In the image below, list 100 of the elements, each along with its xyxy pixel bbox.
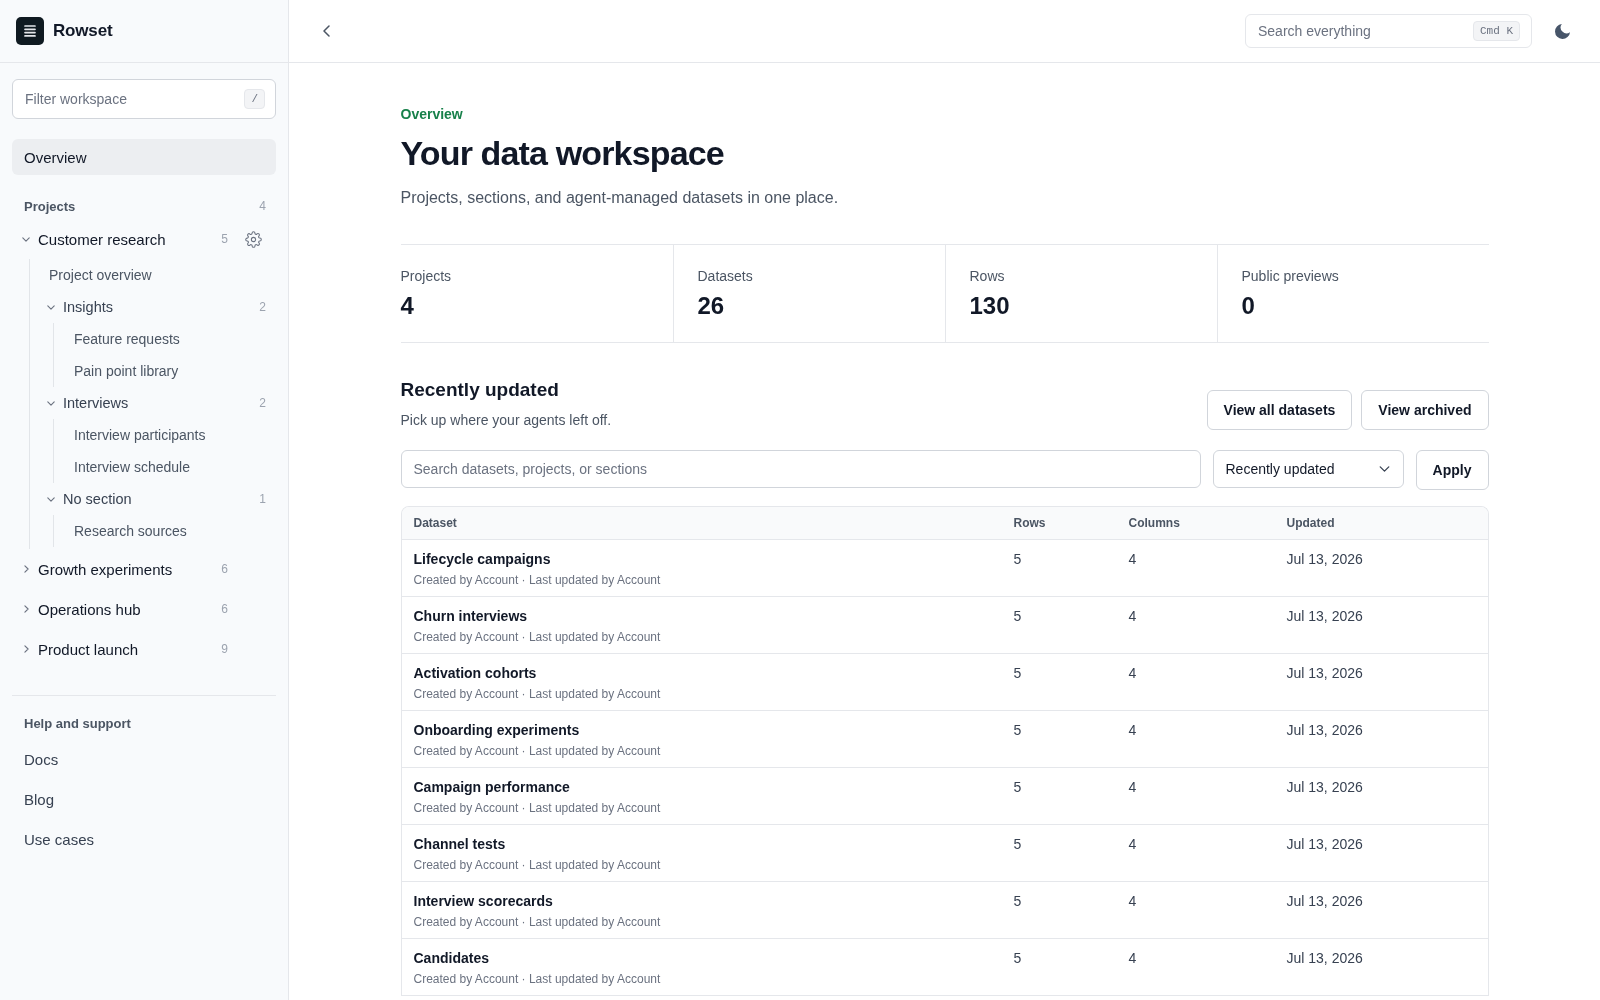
item-count: 2 <box>259 300 266 314</box>
dataset-meta: Created by Account · Last updated by Account <box>413 686 661 702</box>
dataset-link[interactable]: Activation cohorts <box>413 664 537 682</box>
table-cell: 5 <box>1013 721 1022 739</box>
table-cell: Jul 13, 2026 <box>1286 664 1363 682</box>
table-cell: 5 <box>1013 835 1022 853</box>
dataset-meta: Created by Account · Last updated by Account <box>413 800 661 816</box>
help-link[interactable]: Blog <box>24 790 55 808</box>
table-cell: 4 <box>1128 607 1137 625</box>
dataset-link[interactable]: Interview participants <box>74 427 206 443</box>
nav-item[interactable]: Overview <box>12 139 276 175</box>
table-cell: 5 <box>1013 949 1022 967</box>
column-header: Columns <box>1127 516 1180 530</box>
chevron-down-icon[interactable] <box>47 304 55 310</box>
section-link[interactable]: Interviews <box>63 395 129 411</box>
dataset-meta: Created by Account · Last updated by Account <box>413 629 661 645</box>
table-cell: Jul 13, 2026 <box>1286 550 1363 568</box>
stat-value: 0 <box>1241 291 1255 321</box>
stat-value: 4 <box>400 291 414 321</box>
chevron-down-icon <box>1378 466 1390 472</box>
item-count: 4 <box>259 199 266 213</box>
column-header: Dataset <box>412 516 457 530</box>
dataset-meta: Created by Account · Last updated by Account <box>413 857 661 873</box>
stat-value: 130 <box>969 291 1010 321</box>
item-count: 1 <box>259 492 266 506</box>
chevron-left-icon <box>322 25 330 37</box>
stat-label: Projects <box>400 267 452 285</box>
stat-value: 26 <box>697 291 725 321</box>
apply-button[interactable]: Apply <box>1415 450 1489 490</box>
table-cell: 4 <box>1128 550 1137 568</box>
dataset-link[interactable]: Onboarding experiments <box>413 721 580 739</box>
settings-icon[interactable] <box>245 230 262 248</box>
chevron-down-icon[interactable] <box>47 496 55 502</box>
brand-name: Rowset <box>53 21 113 41</box>
table-cell: 5 <box>1013 550 1022 568</box>
dataset-link[interactable]: Candidates <box>413 949 489 967</box>
item-count: 6 <box>221 562 228 576</box>
dataset-meta: Created by Account · Last updated by Account <box>413 914 661 930</box>
chevron-right-icon[interactable] <box>23 565 29 573</box>
table-cell: Jul 13, 2026 <box>1286 949 1363 967</box>
table-cell: 4 <box>1128 778 1137 796</box>
sort-select[interactable]: Recently updated <box>1212 450 1404 488</box>
section-heading: Projects <box>24 198 76 214</box>
chevron-down-icon[interactable] <box>47 400 55 406</box>
table-cell: 4 <box>1128 949 1137 967</box>
dataset-meta: Created by Account · Last updated by Account <box>413 971 661 987</box>
dataset-meta: Created by Account · Last updated by Account <box>413 743 661 759</box>
chevron-right-icon[interactable] <box>23 605 29 613</box>
dataset-link[interactable]: Pain point library <box>74 363 179 379</box>
view-button[interactable]: View all datasets <box>1206 390 1353 430</box>
shortcut-key: Cmd K <box>1473 21 1520 41</box>
chevron-right-icon[interactable] <box>23 645 29 653</box>
table-cell: 4 <box>1128 835 1137 853</box>
page-title: Your data workspace <box>400 133 724 174</box>
search-field[interactable]: Search datasets, projects, or sections <box>400 450 1201 488</box>
item-count: 6 <box>221 602 228 616</box>
dataset-link[interactable]: Campaign performance <box>413 778 570 796</box>
column-header: Rows <box>1012 516 1046 530</box>
dataset-link[interactable]: Interview schedule <box>74 459 190 475</box>
column-header: Updated <box>1285 516 1335 530</box>
project-link[interactable]: Operations hub <box>38 600 141 618</box>
dataset-link[interactable]: Lifecycle campaigns <box>413 550 551 568</box>
table-cell: 5 <box>1013 664 1022 682</box>
moon-icon <box>1554 23 1570 39</box>
logo-icon <box>16 17 44 45</box>
section-link[interactable]: No section <box>63 491 132 507</box>
table-cell: Jul 13, 2026 <box>1286 892 1363 910</box>
stat-label: Rows <box>969 267 1005 285</box>
stat-label: Public previews <box>1241 267 1339 285</box>
table-cell: Jul 13, 2026 <box>1286 721 1363 739</box>
section-title: Recently updated <box>400 378 559 402</box>
table-cell: 5 <box>1013 778 1022 796</box>
dataset-link[interactable]: Churn interviews <box>413 607 528 625</box>
dataset-link[interactable]: Feature requests <box>74 331 180 347</box>
section-subtitle: Pick up where your agents left off. <box>400 411 612 430</box>
project-link[interactable]: Product launch <box>38 640 139 658</box>
dataset-link[interactable]: Research sources <box>74 523 187 539</box>
table-cell: Jul 13, 2026 <box>1286 778 1363 796</box>
stat-label: Datasets <box>697 267 753 285</box>
dataset-meta: Created by Account · Last updated by Account <box>413 572 661 588</box>
table-cell: 4 <box>1128 892 1137 910</box>
dataset-link[interactable]: Channel tests <box>413 835 506 853</box>
dataset-link[interactable]: Interview scorecards <box>413 892 553 910</box>
page-subtitle: Projects, sections, and agent-managed datasets in one place. <box>400 188 839 208</box>
page-link[interactable]: Project overview <box>49 267 152 283</box>
table-cell: Jul 13, 2026 <box>1286 607 1363 625</box>
project-link[interactable]: Growth experiments <box>38 560 173 578</box>
chevron-down-icon[interactable] <box>22 236 30 242</box>
view-button[interactable]: View archived <box>1361 390 1489 430</box>
item-count: 5 <box>221 232 228 246</box>
item-count: 9 <box>221 642 228 656</box>
table-cell: 4 <box>1128 664 1137 682</box>
page-eyebrow: Overview <box>400 105 463 123</box>
table-cell: Jul 13, 2026 <box>1286 835 1363 853</box>
section-link[interactable]: Insights <box>63 299 113 315</box>
shortcut-key: / <box>244 89 265 109</box>
table-cell: 4 <box>1128 721 1137 739</box>
help-link[interactable]: Use cases <box>24 830 95 848</box>
project-link[interactable]: Customer research <box>38 230 166 248</box>
help-link[interactable]: Docs <box>24 750 59 768</box>
